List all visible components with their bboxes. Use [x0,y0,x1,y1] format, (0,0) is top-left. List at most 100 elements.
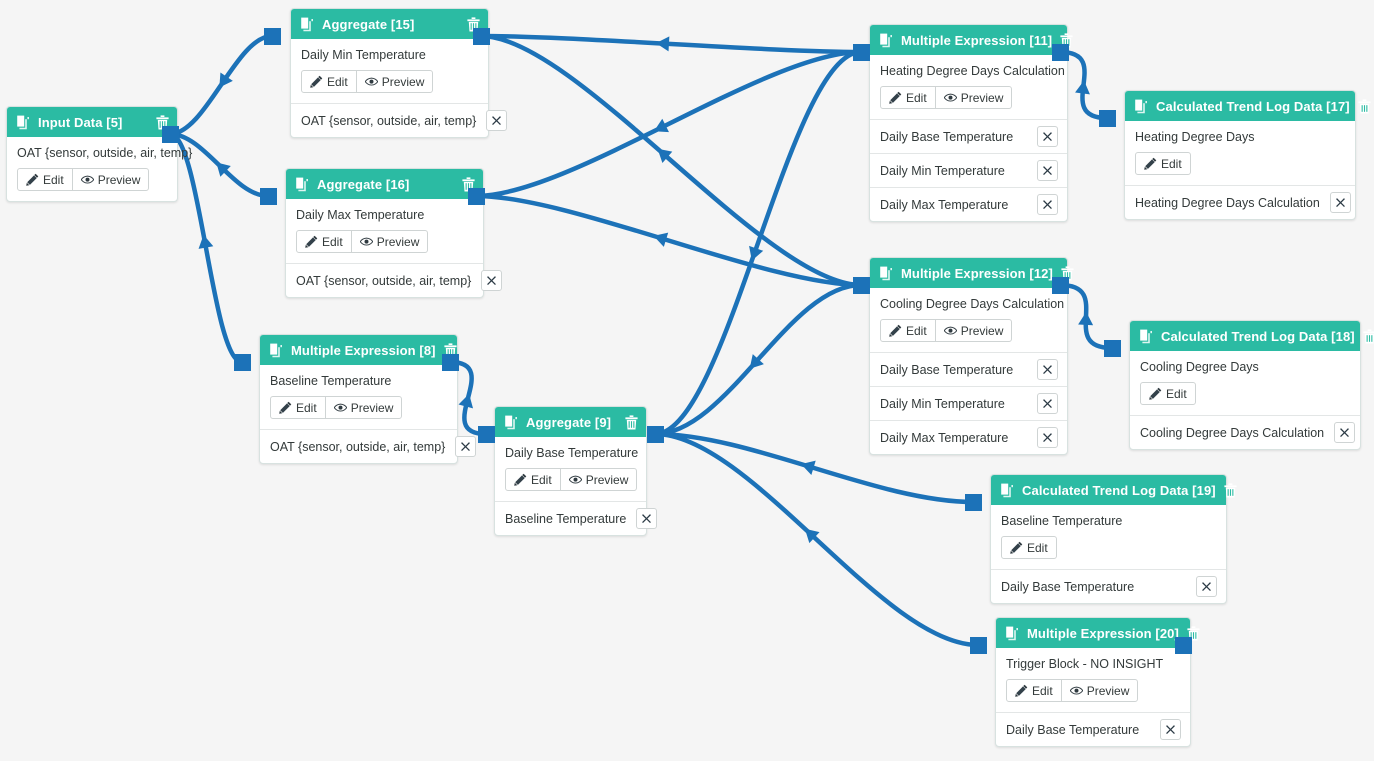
preview-button-label: Preview [376,234,420,249]
edit-button-label: Edit [43,172,64,187]
port-n16-in[interactable] [260,188,277,205]
port-n11-in[interactable] [853,44,870,61]
node-header[interactable]: Calculated Trend Log Data [19] [991,475,1237,505]
port-n19-in[interactable] [965,494,982,511]
io-remove-button[interactable] [1037,393,1058,414]
io-label: Daily Max Temperature [880,430,1009,445]
io-remove-button[interactable] [1334,422,1356,443]
io-label: Daily Base Temperature [880,129,1014,144]
node-header[interactable]: Multiple Expression [8] [260,335,457,365]
port-n9-in[interactable] [478,426,495,443]
port-n15-out[interactable] [473,28,490,45]
preview-button-label: Preview [585,472,629,487]
node-n20[interactable]: Multiple Expression [20] Trigger Block - … [995,617,1200,747]
pencil-icon [1015,684,1028,697]
edit-button[interactable]: Edit [880,319,936,342]
port-n17-in[interactable] [1099,110,1116,127]
eye-icon [943,326,957,335]
workflow-canvas[interactable]: Input Data [5] OAT {sensor, outside, air,… [0,0,1374,761]
edit-button[interactable]: Edit [505,468,561,491]
edit-button[interactable]: Edit [296,230,352,253]
edit-button[interactable]: Edit [1001,536,1057,559]
x-icon [1340,428,1350,437]
node-header[interactable]: Aggregate [9] [495,407,646,437]
preview-button[interactable]: Preview [1060,679,1139,702]
io-remove-button[interactable] [1037,427,1058,448]
port-n20-in[interactable] [970,637,987,654]
node-n18[interactable]: Calculated Trend Log Data [18] Cooling De… [1129,320,1374,450]
preview-button[interactable]: Preview [350,230,429,253]
preview-button[interactable]: Preview [934,319,1013,342]
trash-icon[interactable] [1363,328,1374,344]
edge-arrow-12 [1075,80,1090,95]
port-n11-out[interactable] [1052,44,1069,61]
io-remove-button[interactable] [1160,719,1181,740]
edit-button[interactable]: Edit [301,70,357,93]
edit-button[interactable]: Edit [270,396,326,419]
node-header[interactable]: Input Data [5] [7,107,177,137]
pencil-icon [310,75,323,88]
preview-button[interactable]: Preview [559,468,638,491]
port-n5-out[interactable] [162,126,179,143]
node-n5[interactable]: Input Data [5] OAT {sensor, outside, air,… [6,106,192,202]
io-remove-button[interactable] [486,110,508,131]
eye-icon [1069,686,1083,695]
port-n16-out[interactable] [468,188,485,205]
files-icon [1135,99,1147,113]
io-row: Baseline Temperature [495,502,658,535]
edit-button[interactable]: Edit [880,86,936,109]
x-icon [1043,200,1052,209]
eye-icon [333,403,347,412]
io-remove-button[interactable] [455,436,477,457]
preview-button[interactable]: Preview [934,86,1013,109]
x-icon [642,514,652,523]
port-n9-out[interactable] [647,426,664,443]
edit-button[interactable]: Edit [1006,679,1062,702]
node-n16[interactable]: Aggregate [16] Daily Max Temperature Edit P… [285,168,503,298]
port-n12-in[interactable] [853,277,870,294]
io-row: Daily Base Temperature [870,353,1067,387]
node-header[interactable]: Multiple Expression [12] [870,258,1074,288]
preview-button[interactable]: Preview [71,168,150,191]
port-n8-out[interactable] [442,354,459,371]
io-remove-button[interactable] [1196,576,1217,597]
node-header[interactable]: Aggregate [16] [286,169,483,199]
trash-icon[interactable] [1358,98,1371,114]
edit-button[interactable]: Edit [17,168,73,191]
node-header[interactable]: Calculated Trend Log Data [17] [1125,91,1371,121]
edit-button[interactable]: Edit [1140,382,1196,405]
node-header[interactable]: Multiple Expression [20] [996,618,1200,648]
io-remove-button[interactable] [1329,192,1351,213]
trash-icon[interactable] [625,414,638,430]
io-remove-button[interactable] [1037,160,1058,181]
files-icon [296,177,308,191]
edge-arrow-2 [198,234,214,249]
node-n15[interactable]: Aggregate [15] Daily Min Temperature Edit P… [290,8,508,138]
node-n8[interactable]: Multiple Expression [8] Baseline Temperat… [259,334,477,464]
io-remove-button[interactable] [1037,194,1058,215]
io-remove-button[interactable] [1037,359,1058,380]
port-n8-in[interactable] [234,354,251,371]
io-remove-button[interactable] [1037,126,1058,147]
x-icon [1043,365,1052,374]
node-n19[interactable]: Calculated Trend Log Data [19] Baseline T… [990,474,1237,604]
node-header[interactable]: Aggregate [15] [291,9,488,39]
preview-button[interactable]: Preview [355,70,434,93]
io-row: Heating Degree Days Calculation [1125,186,1355,219]
node-n11[interactable]: Multiple Expression [11] Heating Degree D… [869,24,1073,222]
node-header[interactable]: Multiple Expression [11] [870,25,1073,55]
port-n20-out[interactable] [1175,637,1192,654]
node-n12[interactable]: Multiple Expression [12] Cooling Degree D… [869,257,1074,455]
trash-icon[interactable] [1224,482,1237,498]
node-n17[interactable]: Calculated Trend Log Data [17] Heating De… [1124,90,1371,220]
node-description: Baseline Temperature [270,374,392,388]
node-n9[interactable]: Aggregate [9] Daily Base Temperature Edit P… [494,406,658,536]
port-n18-in[interactable] [1104,340,1121,357]
node-header[interactable]: Calculated Trend Log Data [18] [1130,321,1374,351]
preview-button[interactable]: Preview [324,396,403,419]
edit-button[interactable]: Edit [1135,152,1191,175]
port-n15-in[interactable] [264,28,281,45]
io-remove-button[interactable] [636,508,658,529]
port-n12-out[interactable] [1052,277,1069,294]
io-remove-button[interactable] [481,270,503,291]
